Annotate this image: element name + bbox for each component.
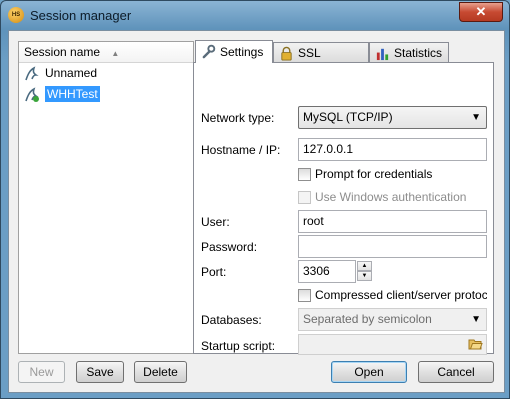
session-name-column-header[interactable]: Session name ▲ bbox=[19, 42, 193, 63]
network-type-dropdown[interactable]: MySQL (TCP/IP) ▼ bbox=[298, 106, 487, 129]
checkbox-label: Prompt for credentials bbox=[315, 167, 433, 181]
save-button[interactable]: Save bbox=[76, 361, 124, 383]
user-input[interactable]: root bbox=[298, 210, 487, 233]
prompt-credentials-checkbox[interactable]: Prompt for credentials bbox=[298, 167, 432, 183]
port-decrement-button[interactable]: ▼ bbox=[357, 271, 372, 281]
session-item-label: Unnamed bbox=[45, 66, 98, 80]
checkbox-box bbox=[298, 168, 311, 181]
folder-open-icon[interactable] bbox=[468, 337, 483, 351]
session-item-label: WHHTest bbox=[45, 86, 100, 102]
hostname-label: Hostname / IP: bbox=[201, 143, 281, 157]
tab-ssl-options[interactable]: SSL options bbox=[273, 42, 369, 80]
windows-auth-checkbox[interactable]: Use Windows authentication bbox=[298, 190, 466, 206]
settings-panel: Network type: MySQL (TCP/IP) ▼ Hostname … bbox=[193, 62, 494, 355]
chevron-down-icon: ▼ bbox=[471, 112, 481, 123]
mysql-dolphin-icon bbox=[25, 87, 39, 102]
port-label: Port: bbox=[201, 265, 227, 279]
checkbox-label: Use Windows authentication bbox=[315, 190, 467, 204]
databases-dropdown[interactable]: Separated by semicolon ▼ bbox=[298, 308, 487, 331]
sort-ascending-icon: ▲ bbox=[111, 49, 120, 58]
tab-label: Statistics bbox=[394, 46, 443, 60]
port-increment-button[interactable]: ▲ bbox=[357, 261, 372, 271]
network-type-value: MySQL (TCP/IP) bbox=[303, 110, 393, 124]
window-title: Session manager bbox=[30, 8, 132, 23]
checkbox-box bbox=[298, 289, 311, 302]
column-header-label: Session name bbox=[24, 45, 101, 59]
password-label: Password: bbox=[201, 240, 258, 254]
chevron-down-icon: ▼ bbox=[471, 314, 481, 325]
tab-settings[interactable]: Settings bbox=[195, 40, 273, 63]
lock-icon bbox=[281, 46, 292, 61]
session-manager-window: HS Session manager ✕ Session name ▲ Unna… bbox=[0, 0, 510, 399]
network-type-label: Network type: bbox=[201, 111, 275, 125]
startup-script-input[interactable] bbox=[298, 334, 487, 355]
mysql-dolphin-icon bbox=[25, 66, 39, 81]
checkbox-box bbox=[298, 191, 311, 204]
dialog-body: Session name ▲ Unnamed WHHTest New Save … bbox=[8, 30, 505, 393]
session-item-unnamed[interactable]: Unnamed bbox=[19, 63, 193, 84]
close-button[interactable]: ✕ bbox=[459, 2, 503, 22]
tab-label: Settings bbox=[220, 45, 264, 59]
cancel-button[interactable]: Cancel bbox=[418, 361, 494, 383]
title-bar[interactable]: HS Session manager ✕ bbox=[1, 1, 509, 29]
startup-script-label: Startup script: bbox=[201, 339, 276, 353]
session-list[interactable]: Session name ▲ Unnamed WHHTest bbox=[18, 41, 194, 354]
delete-button[interactable]: Delete bbox=[134, 361, 187, 383]
databases-value: Separated by semicolon bbox=[303, 312, 432, 326]
open-button[interactable]: Open bbox=[331, 361, 407, 383]
wrench-icon bbox=[202, 44, 216, 59]
password-input[interactable] bbox=[298, 235, 487, 258]
tab-statistics[interactable]: Statistics bbox=[369, 42, 449, 62]
databases-label: Databases: bbox=[201, 313, 262, 327]
app-logo-icon: HS bbox=[8, 7, 24, 23]
user-label: User: bbox=[201, 215, 230, 229]
port-input[interactable]: 3306 bbox=[298, 260, 356, 283]
hostname-input[interactable]: 127.0.0.1 bbox=[298, 138, 487, 161]
bar-chart-icon bbox=[376, 48, 389, 61]
session-item-whhtest[interactable]: WHHTest bbox=[19, 84, 193, 105]
compressed-protocol-checkbox[interactable]: Compressed client/server protoco bbox=[298, 288, 487, 304]
checkbox-label: Compressed client/server protoco bbox=[315, 288, 487, 302]
new-button[interactable]: New bbox=[18, 361, 65, 383]
